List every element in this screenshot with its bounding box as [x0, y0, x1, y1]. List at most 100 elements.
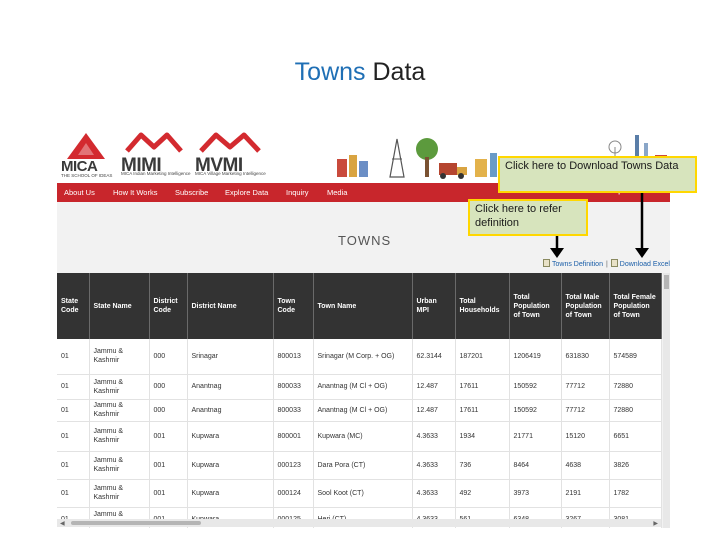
- scroll-left-arrow-icon[interactable]: ◀: [60, 520, 65, 527]
- col-header[interactable]: District Name: [187, 273, 274, 339]
- table-cell: Anantnag: [187, 399, 274, 422]
- table-cell: Jammu & Kashmir: [89, 374, 150, 400]
- table-cell: 001: [149, 479, 188, 508]
- nav-explore-data[interactable]: Explore Data: [225, 188, 268, 197]
- table-cell: 3826: [609, 451, 662, 480]
- table-row: 01 Jammu & Kashmir 000 Anantnag 800033 Anantn…: [57, 399, 662, 422]
- table-cell: 631830: [561, 339, 610, 375]
- table-cell: 77712: [561, 399, 610, 422]
- table-cell: 2191: [561, 479, 610, 508]
- mica-triangle-icon: [67, 133, 105, 159]
- table-cell: Dara Pora (CT): [313, 451, 413, 480]
- nav-media[interactable]: Media: [327, 188, 347, 197]
- table-cell: Anantnag (M Cl + OG): [313, 399, 413, 422]
- table-cell: 4.3633: [412, 479, 456, 508]
- nav-how-it-works[interactable]: How It Works: [113, 188, 157, 197]
- document-icon: [543, 259, 550, 267]
- nav-inquiry[interactable]: Inquiry: [286, 188, 309, 197]
- towns-definition-link[interactable]: Towns Definition: [552, 261, 603, 268]
- table-cell: 12.487: [412, 399, 456, 422]
- mica-logo[interactable]: MICA THE SCHOOL OF IDEAS: [61, 131, 113, 178]
- table-header-row: State Code State Name District Code Dist…: [57, 273, 662, 339]
- table-cell: 574589: [609, 339, 662, 375]
- vertical-scroll-thumb[interactable]: [664, 275, 669, 289]
- col-header[interactable]: Town Code: [273, 273, 314, 339]
- vertical-scrollbar[interactable]: [663, 273, 670, 528]
- nav-about-us[interactable]: About Us: [64, 188, 95, 197]
- table-cell: Kupwara: [187, 421, 274, 452]
- table-cell: 800013: [273, 339, 314, 375]
- mica-tagline: THE SCHOOL OF IDEAS: [61, 173, 113, 178]
- table-cell: 000: [149, 374, 188, 400]
- slide-title-accent: Towns: [294, 58, 366, 86]
- table-cell: Srinagar: [187, 339, 274, 375]
- col-header[interactable]: Urban MPI: [412, 273, 456, 339]
- table-cell: 01: [57, 451, 90, 480]
- table-cell: 01: [57, 479, 90, 508]
- col-header[interactable]: Total Male Population of Town: [561, 273, 610, 339]
- col-header[interactable]: Total Female Population of Town: [609, 273, 662, 339]
- slide: Towns Data MICA THE SCHOOL OF IDEAS MIMI…: [0, 0, 720, 540]
- col-header[interactable]: Total Households: [455, 273, 510, 339]
- col-header[interactable]: Total Population of Town: [509, 273, 562, 339]
- table-cell: 4638: [561, 451, 610, 480]
- table-cell: 187201: [455, 339, 510, 375]
- col-header[interactable]: State Code: [57, 273, 90, 339]
- mvmi-tagline: MICA Village Marketing Intelligence: [195, 171, 266, 176]
- table-cell: 1934: [455, 421, 510, 452]
- table-cell: 001: [149, 451, 188, 480]
- table-cell: 1782: [609, 479, 662, 508]
- mimi-logo[interactable]: MIMI MICA Indian Marketing Intelligence: [121, 131, 191, 177]
- table-cell: Jammu & Kashmir: [89, 421, 150, 452]
- table-cell: 72880: [609, 399, 662, 422]
- table-cell: 3973: [509, 479, 562, 508]
- horizontal-scrollbar[interactable]: ◀ ▶: [57, 519, 661, 527]
- table-cell: 800033: [273, 399, 314, 422]
- table-row: 01 Jammu & Kashmir 000 Srinagar 800013 Srinag…: [57, 339, 662, 375]
- table-cell: 8464: [509, 451, 562, 480]
- page-heading: TOWNS: [338, 233, 392, 248]
- table-cell: 000123: [273, 451, 314, 480]
- link-separator: |: [605, 261, 608, 268]
- table-cell: Jammu & Kashmir: [89, 451, 150, 480]
- definition-callout: Click here to refer definition: [468, 199, 588, 236]
- table-cell: 01: [57, 399, 90, 422]
- table-cell: 01: [57, 374, 90, 400]
- mimi-chevron-icon: [125, 132, 183, 153]
- table-cell: 000: [149, 339, 188, 375]
- table-cell: 01: [57, 421, 90, 452]
- slide-title: Towns Data: [0, 58, 720, 87]
- scroll-right-arrow-icon[interactable]: ▶: [653, 520, 658, 527]
- nav-subscribe[interactable]: Subscribe: [175, 188, 208, 197]
- table-cell: 736: [455, 451, 510, 480]
- table-cell: 17611: [455, 399, 510, 422]
- col-header[interactable]: District Code: [149, 273, 188, 339]
- table-cell: 150592: [509, 399, 562, 422]
- table-cell: 492: [455, 479, 510, 508]
- col-header[interactable]: State Name: [89, 273, 150, 339]
- table-cell: Jammu & Kashmir: [89, 339, 150, 375]
- horizontal-scroll-thumb[interactable]: [71, 521, 201, 525]
- table-cell: 000: [149, 399, 188, 422]
- table-cell: Anantnag: [187, 374, 274, 400]
- table-cell: 000124: [273, 479, 314, 508]
- table-cell: Kupwara: [187, 451, 274, 480]
- table-cell: Kupwara (MC): [313, 421, 413, 452]
- mvmi-logo[interactable]: MVMI MICA Village Marketing Intelligence: [195, 131, 266, 177]
- table-cell: 72880: [609, 374, 662, 400]
- table-cell: 21771: [509, 421, 562, 452]
- table-cell: 800001: [273, 421, 314, 452]
- mimi-tagline: MICA Indian Marketing Intelligence: [121, 171, 191, 176]
- slide-title-rest: Data: [365, 58, 426, 86]
- table-row: 01 Jammu & Kashmir 001 Kupwara 800001 Kupwara…: [57, 421, 662, 452]
- table-cell: Jammu & Kashmir: [89, 479, 150, 508]
- download-excel-link[interactable]: Download Excel: [620, 261, 670, 268]
- table-row: 01 Jammu & Kashmir 001 Kupwara 000124 Sool Ko…: [57, 479, 662, 508]
- table-row: 01 Jammu & Kashmir 001 Kupwara 000123 Dara Po…: [57, 451, 662, 480]
- col-header[interactable]: Town Name: [313, 273, 413, 339]
- table-cell: 12.487: [412, 374, 456, 400]
- table-cell: 800033: [273, 374, 314, 400]
- table-cell: 6651: [609, 421, 662, 452]
- table-cell: Jammu & Kashmir: [89, 399, 150, 422]
- table-cell: 17611: [455, 374, 510, 400]
